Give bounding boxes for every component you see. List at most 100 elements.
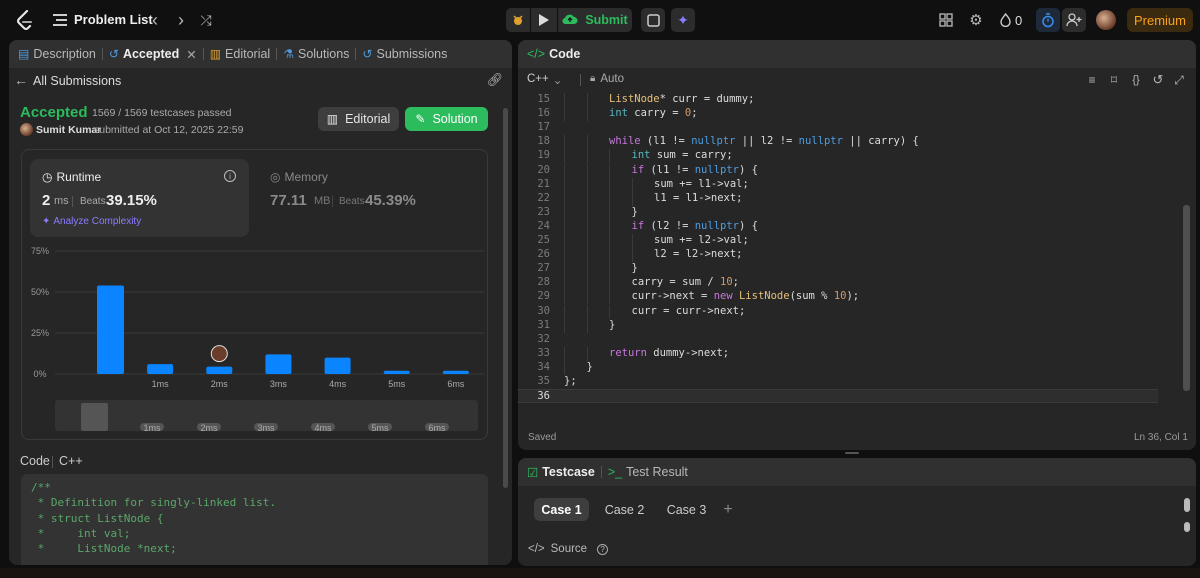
resize-handle[interactable] (845, 452, 859, 454)
tab-solutions[interactable]: ⚗ Solutions (277, 40, 355, 68)
memory-card[interactable]: ◎ Memory 77.11 MB Beats 45.39% (258, 159, 477, 237)
source-toggle[interactable]: </> Source ? (528, 543, 609, 555)
tab-editorial[interactable]: ▥ Editorial (204, 40, 277, 68)
test-scrollbar-lower[interactable] (1184, 522, 1190, 532)
line-number: 32 (537, 332, 550, 345)
editor-line[interactable]: 22 l1 = l1->next; (518, 191, 1158, 206)
editor-line[interactable]: 19 int sum = carry; (518, 149, 1158, 164)
add-friend-icon[interactable] (1062, 8, 1086, 32)
submitter-name[interactable]: Sumit Kumar (36, 124, 101, 136)
bar-5ms[interactable] (383, 370, 410, 374)
add-case-button[interactable]: + (718, 498, 738, 521)
line-number: 22 (537, 191, 550, 204)
curly-braces-icon[interactable]: {} (1129, 73, 1143, 87)
debug-icon[interactable] (506, 8, 530, 32)
indent-guide (609, 234, 610, 248)
editorial-button[interactable]: ▥ Editorial (318, 107, 399, 131)
editor-line[interactable]: 32 (518, 333, 1158, 347)
indent-guide (564, 149, 565, 164)
language-select[interactable]: C++ ⌄ (527, 73, 562, 87)
editor-line[interactable]: 24 if (l2 != nullptr) { (518, 219, 1158, 234)
editor-line[interactable]: 31} (518, 318, 1158, 333)
leetcode-logo-icon[interactable] (14, 9, 36, 31)
link-icon[interactable]: 🔗︎ (487, 72, 504, 88)
editor-line[interactable]: 15 ListNode* curr = dummy; (518, 93, 1158, 107)
editor-line[interactable]: 21 sum += l1->val; (518, 177, 1158, 192)
submit-button[interactable]: Submit (558, 8, 632, 32)
case-1-tab[interactable]: Case 1 (534, 498, 589, 521)
timer-icon[interactable] (1036, 8, 1060, 32)
editor-scrollbar[interactable] (1183, 205, 1190, 391)
runtime-distribution-chart[interactable]: 75% 50% 25% 0% 1ms 2ms 3ms 4ms 5ms 6ms 1ms 2ms 3ms 4m… (22, 240, 489, 440)
editor-line[interactable]: 25 sum += l2->val; (518, 234, 1158, 248)
tab-submissions[interactable]: ↺ Submissions (356, 40, 453, 68)
reset-icon[interactable]: ↺ (1151, 72, 1165, 87)
solution-button[interactable]: ✎ Solution (405, 107, 488, 131)
bar-3ms[interactable] (265, 354, 292, 374)
tab-testcase[interactable]: ☑ Testcase (518, 458, 601, 486)
format-align-icon[interactable]: ≡ (1085, 73, 1099, 87)
streak-count: 0 (1015, 13, 1023, 28)
close-tab-icon[interactable]: ✕ (186, 47, 196, 62)
tab-test-result[interactable]: >_ Test Result (602, 458, 694, 486)
indent-guide (609, 177, 610, 192)
user-avatar[interactable] (1096, 10, 1116, 30)
editor-line[interactable]: 17 (518, 121, 1158, 135)
bar-2ms[interactable] (206, 366, 233, 374)
editor-line[interactable]: 33 return dummy->next; (518, 346, 1158, 361)
editor-line[interactable]: 34} (518, 360, 1158, 375)
runtime-card[interactable]: ◷ Runtime i 2 ms Beats 39.15% ✦ Analyze … (30, 159, 249, 237)
editor-line[interactable]: 26 l2 = l2->next; (518, 248, 1158, 263)
all-submissions-link[interactable]: All Submissions (33, 74, 121, 88)
case-2-tab[interactable]: Case 2 (597, 498, 652, 521)
next-problem-icon[interactable]: › (174, 10, 188, 30)
tab-description[interactable]: ▤ Description (9, 40, 102, 68)
run-button[interactable] (531, 8, 557, 32)
bar-0ms-bin[interactable] (97, 285, 124, 374)
description-icon: ▤ (18, 47, 30, 61)
editor-line[interactable]: 18 while (l1 != nullptr || l2 != nullptr … (518, 135, 1158, 150)
test-tab-bar: ☑ Testcase >_ Test Result (518, 458, 1196, 486)
back-arrow-icon[interactable]: ← (14, 72, 28, 88)
editor-line[interactable]: 20 if (l1 != nullptr) { (518, 163, 1158, 178)
shuffle-icon[interactable]: ⤮ (198, 11, 214, 29)
bar-6ms[interactable] (442, 370, 469, 374)
list-icon[interactable] (52, 12, 68, 28)
ai-sparkle-icon[interactable]: ✦ (671, 8, 695, 32)
left-scrollbar[interactable] (503, 108, 508, 488)
help-icon[interactable]: ? (597, 543, 609, 555)
code-brackets-icon: </> (528, 543, 545, 555)
case-3-tab[interactable]: Case 3 (659, 498, 714, 521)
tab-accepted[interactable]: ↺ Accepted ✕ (103, 40, 203, 68)
layout-grid-icon[interactable] (938, 12, 954, 28)
indent-guide (564, 234, 565, 248)
analyze-complexity-link[interactable]: ✦ Analyze Complexity (42, 216, 141, 227)
editor-line[interactable]: 35}; (518, 375, 1158, 389)
navigator-label: 4ms (314, 423, 332, 433)
test-scrollbar[interactable] (1184, 498, 1190, 512)
bar-4ms[interactable] (324, 357, 351, 374)
tab-code[interactable]: </> Code (518, 40, 586, 68)
indent-guide (586, 163, 588, 178)
editor-line[interactable]: 23} (518, 205, 1158, 220)
editor-line[interactable]: 27} (518, 262, 1158, 277)
auto-mode-toggle[interactable]: 🔒︎ Auto (590, 73, 624, 85)
editor-line[interactable]: 30 curr = curr->next; (518, 304, 1158, 319)
streak-flame-icon[interactable] (998, 12, 1012, 28)
premium-button[interactable]: Premium (1127, 8, 1193, 32)
settings-gear-icon[interactable]: ⚙ (968, 12, 984, 29)
notes-icon[interactable] (641, 8, 665, 32)
expand-icon[interactable]: ⤢ (1172, 73, 1186, 87)
editor-line[interactable]: 16 int carry = 0; (518, 107, 1158, 122)
bar-1ms[interactable] (147, 364, 174, 374)
problem-list-link[interactable]: Problem List (74, 12, 153, 27)
prev-problem-icon[interactable]: ‹ (148, 10, 162, 30)
code-editor-lines[interactable]: 15 ListNode* curr = dummy; 16 int carry = 0… (518, 93, 1178, 413)
info-icon[interactable]: i (224, 170, 236, 182)
editor-line[interactable]: 28 carry = sum / 10; (518, 276, 1158, 291)
bookmark-icon[interactable]: ⌑ (1107, 73, 1121, 87)
indent-guide (564, 248, 565, 263)
source-label: Source (550, 543, 588, 555)
editor-line[interactable]: 29 curr->next = new ListNode(sum % 10); (518, 290, 1158, 305)
editor-line[interactable]: 36 (518, 389, 1158, 404)
